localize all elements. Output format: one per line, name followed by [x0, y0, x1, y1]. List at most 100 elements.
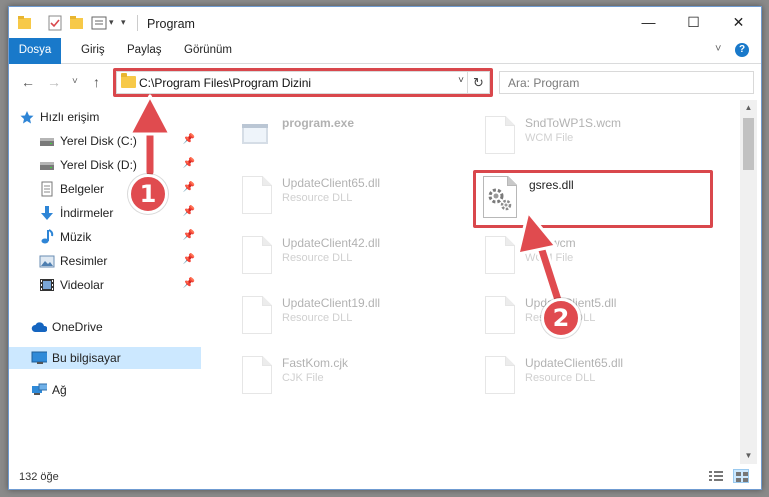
file-type: WCM File — [525, 132, 574, 144]
file-item[interactable]: UpdateClient65.dll Resource DLL — [481, 352, 721, 408]
nav-item-label: İndirmeler — [60, 206, 114, 220]
recent-locations-button[interactable]: ˅ — [72, 76, 78, 87]
file-icon — [242, 356, 272, 394]
nav-item-disk-d[interactable]: Yerel Disk (D:) 📌 — [9, 154, 199, 176]
file-type: Resource DLL — [525, 372, 596, 384]
forward-button[interactable]: → — [47, 74, 61, 90]
nav-item-documents[interactable]: Belgeler 📌 — [9, 178, 199, 200]
file-type: WCM File — [525, 252, 574, 264]
nav-item-label: Bu bilgisayar — [52, 351, 121, 365]
pictures-icon — [39, 253, 55, 269]
file-item[interactable]: SndToWP1S.wcm WCM File — [481, 112, 721, 168]
explorer-window: ▾ ▾ Program — ☐ ✕ Dosya Giriş Paylaş Gör… — [8, 6, 762, 490]
file-highlight-box — [473, 170, 713, 228]
file-list: program.exe SndToWP1S.wcm WCM File Updat… — [206, 100, 738, 464]
file-type: CJK File — [282, 372, 324, 384]
nav-item-music[interactable]: Müzik 📌 — [9, 226, 199, 248]
qa-dropdown-icon[interactable]: ▾ — [109, 17, 114, 28]
file-item[interactable]: UpdateClient5.dll Resource DLL — [481, 292, 721, 348]
large-icons-view-icon[interactable] — [733, 469, 749, 483]
title-bar: ▾ ▾ Program — ☐ ✕ — [9, 7, 761, 38]
file-type: Resource DLL — [282, 192, 353, 204]
file-item[interactable]: program.exe — [238, 112, 478, 168]
view-options-icon[interactable] — [91, 15, 107, 31]
step-badge-1: 1 — [128, 174, 168, 214]
file-item[interactable]: UpdateClient42.dll Resource DLL — [238, 232, 478, 288]
file-name: UpdateClient65.dll — [525, 356, 624, 370]
pin-icon: 📌 — [182, 254, 195, 265]
scroll-down-icon[interactable]: ▼ — [740, 448, 757, 464]
file-item[interactable]: UpdateClient19.dll Resource DLL — [238, 292, 478, 348]
dll-icon — [242, 176, 272, 214]
up-button[interactable]: ↑ — [93, 74, 100, 90]
dll-icon — [242, 236, 272, 274]
nav-item-label: Ağ — [52, 383, 67, 397]
nav-item-pictures[interactable]: Resimler 📌 — [9, 250, 199, 272]
tab-share[interactable]: Paylaş — [117, 38, 172, 63]
file-item[interactable]: ...wcm WCM File — [481, 232, 721, 288]
back-button[interactable]: ← — [21, 74, 35, 90]
vertical-scrollbar[interactable]: ▲ ▼ — [740, 100, 757, 464]
close-icon: ✕ — [732, 13, 745, 30]
properties-icon[interactable] — [47, 15, 63, 31]
minimize-button[interactable]: — — [626, 7, 671, 37]
dll-icon — [485, 296, 515, 334]
nav-item-disk-c[interactable]: Yerel Disk (C:) 📌 — [9, 130, 199, 152]
nav-item-label: Müzik — [60, 230, 92, 244]
file-name: program.exe — [282, 116, 355, 130]
details-view-icon[interactable] — [708, 469, 724, 483]
network-icon — [31, 382, 47, 398]
nav-item-label: Yerel Disk (D:) — [60, 158, 137, 172]
step-badge-2: 2 — [541, 298, 581, 338]
file-icon — [485, 116, 515, 154]
file-item[interactable]: UpdateClient65.dll Resource DLL — [238, 172, 478, 228]
nav-item-label: Yerel Disk (C:) — [60, 134, 137, 148]
close-button[interactable]: ✕ — [716, 7, 761, 37]
file-name: FastKom.cjk — [282, 356, 349, 370]
pin-icon: 📌 — [182, 206, 195, 217]
nav-item-label: Videolar — [60, 278, 104, 292]
scroll-thumb[interactable] — [743, 118, 754, 170]
exe-icon — [242, 124, 268, 144]
status-bar: 132 öğe — [9, 464, 761, 489]
search-input[interactable] — [500, 72, 753, 93]
new-folder-icon[interactable] — [69, 15, 85, 31]
address-highlight-box — [113, 68, 493, 97]
file-type: Resource DLL — [282, 252, 353, 264]
nav-item-this-pc[interactable]: Bu bilgisayar — [9, 347, 201, 369]
nav-item-quick-access[interactable]: Hızlı erişim — [19, 106, 209, 128]
help-icon[interactable]: ? — [735, 43, 749, 57]
nav-item-downloads[interactable]: İndirmeler 📌 — [9, 202, 199, 224]
cloud-icon — [31, 319, 47, 335]
file-name: UpdateClient42.dll — [282, 236, 381, 250]
file-item[interactable]: FastKom.cjk CJK File — [238, 352, 478, 408]
search-box[interactable] — [499, 71, 754, 94]
dll-icon — [485, 356, 515, 394]
maximize-button[interactable]: ☐ — [671, 7, 716, 37]
window-title: Program — [147, 17, 195, 31]
tab-home[interactable]: Giriş — [71, 38, 115, 63]
nav-item-onedrive[interactable]: OneDrive — [9, 316, 199, 338]
maximize-icon: ☐ — [687, 13, 700, 30]
file-name: ...wcm — [541, 236, 576, 250]
nav-item-videos[interactable]: Videolar 📌 — [9, 274, 199, 296]
videos-icon — [39, 277, 55, 293]
computer-icon — [31, 350, 47, 366]
scroll-up-icon[interactable]: ▲ — [740, 100, 757, 116]
pin-icon: 📌 — [182, 278, 195, 289]
nav-item-label: Resimler — [60, 254, 108, 268]
download-icon — [39, 205, 55, 221]
customize-qa-icon[interactable]: ▾ — [121, 17, 126, 28]
file-name: UpdateClient19.dll — [282, 296, 381, 310]
expand-ribbon-icon[interactable]: ˅ — [715, 43, 721, 55]
drive-icon — [39, 133, 55, 149]
file-type: Resource DLL — [282, 312, 353, 324]
pin-icon: 📌 — [182, 134, 195, 145]
file-name: SndToWP1S.wcm — [525, 116, 622, 130]
item-count: 132 öğe — [19, 471, 59, 483]
nav-item-network[interactable]: Ağ — [9, 379, 199, 401]
ribbon-tabs: Dosya Giriş Paylaş Görünüm ˅ ? — [9, 38, 761, 94]
tab-view[interactable]: Görünüm — [174, 38, 242, 63]
dll-icon — [242, 296, 272, 334]
minimize-icon: — — [641, 14, 656, 30]
